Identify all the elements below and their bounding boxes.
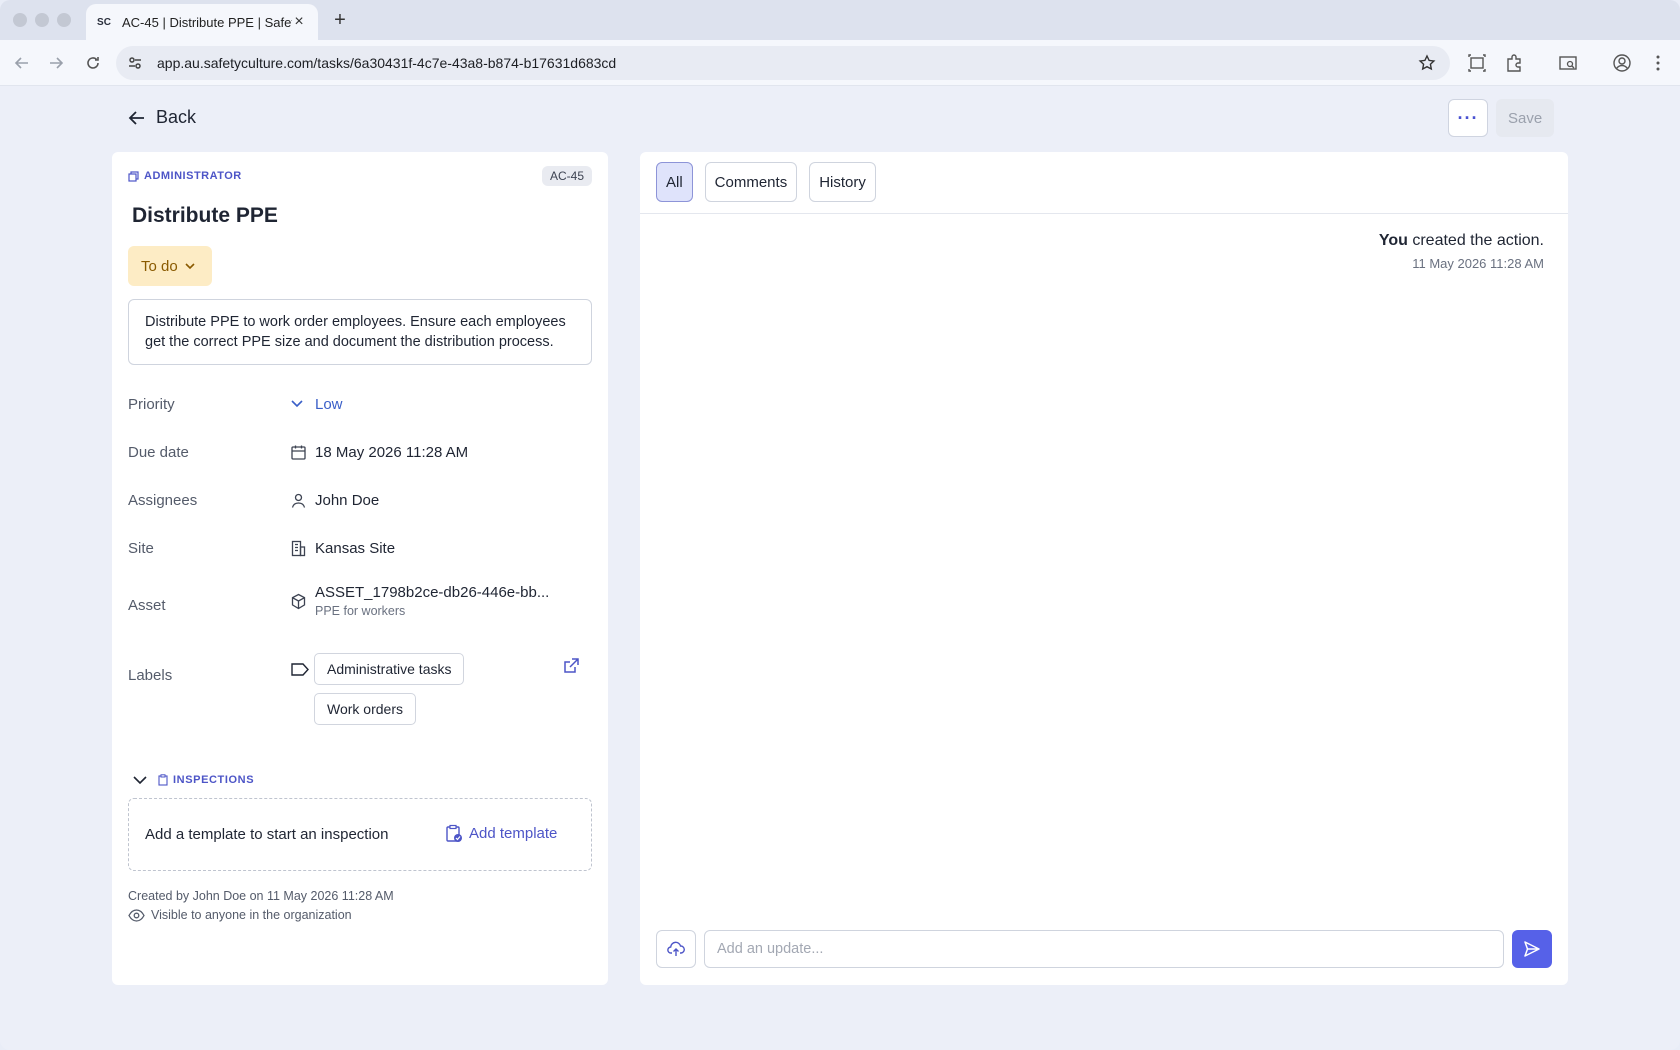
labels-label: Labels (128, 667, 173, 684)
clipboard-icon (158, 774, 168, 786)
back-button[interactable]: Back (128, 107, 196, 128)
save-button[interactable]: Save (1496, 99, 1555, 137)
inspections-empty-text: Add a template to start an inspection (145, 826, 389, 843)
task-code-badge: AC-45 (541, 166, 592, 186)
visibility-info: Visible to anyone in the organization (128, 908, 352, 922)
due-date-selector[interactable]: 18 May 2026 11:28 AM (290, 444, 468, 461)
asset-subtitle: PPE for workers (315, 604, 406, 618)
tab-search-icon[interactable] (1558, 53, 1578, 73)
minimize-window-button[interactable] (35, 13, 49, 27)
inspections-section-header[interactable]: INSPECTIONS (132, 772, 254, 788)
activity-tabs: All Comments History (656, 162, 876, 202)
forward-arrow-icon[interactable] (44, 51, 68, 75)
site-settings-icon[interactable] (126, 54, 144, 72)
site-label: Site (128, 540, 154, 557)
visibility-text: Visible to anyone in the organization (151, 908, 352, 922)
arrow-left-icon (128, 110, 144, 125)
role-badge: ADMINISTRATOR (128, 170, 242, 182)
activity-text: You created the action. (1379, 232, 1544, 250)
task-details-panel: ADMINISTRATOR AC-45 Distribute PPE To do… (112, 152, 608, 985)
close-window-button[interactable] (13, 13, 27, 27)
description-field[interactable]: Distribute PPE to work order employees. … (128, 299, 592, 365)
asset-value: ASSET_1798b2ce-db26-446e-bb... (315, 584, 550, 601)
priority-selector[interactable]: Low (290, 396, 343, 413)
divider (640, 213, 1568, 214)
add-template-button[interactable]: Add template (445, 824, 557, 843)
site-selector[interactable]: Kansas Site (290, 540, 395, 557)
upload-button[interactable] (656, 930, 696, 968)
back-arrow-icon[interactable] (10, 51, 34, 75)
clipboard-check-icon (446, 824, 462, 842)
assignees-value: John Doe (315, 492, 380, 509)
activity-panel: All Comments History You created the act… (640, 152, 1568, 985)
role-label: ADMINISTRATOR (144, 170, 242, 182)
assignees-selector[interactable]: John Doe (290, 492, 379, 509)
browser-toolbar: app.au.safetyculture.com/tasks/6a30431f-… (0, 40, 1680, 86)
asset-selector[interactable]: ASSET_1798b2ce-db26-446e-bb... PPE for w… (290, 584, 549, 618)
maximize-window-button[interactable] (57, 13, 71, 27)
due-date-label: Due date (128, 444, 189, 461)
browser-window: SC AC-45 | Distribute PPE | SafetyCultur… (0, 0, 1680, 1050)
browser-tab[interactable]: SC AC-45 | Distribute PPE | SafetyCultur… (86, 4, 318, 40)
cube-icon (290, 593, 307, 610)
external-link-icon[interactable] (562, 657, 580, 675)
assignees-label: Assignees (128, 492, 198, 509)
tag-icon (290, 661, 310, 678)
title-bar: SC AC-45 | Distribute PPE | SafetyCultur… (0, 0, 1680, 40)
copy-icon (128, 170, 139, 182)
eye-icon (128, 908, 145, 922)
status-dropdown[interactable]: To do (128, 246, 212, 286)
person-icon (290, 492, 307, 509)
update-input[interactable] (704, 930, 1504, 968)
reload-icon[interactable] (81, 51, 105, 75)
activity-timestamp: 11 May 2026 11:28 AM (1412, 256, 1544, 271)
extensions-puzzle-icon[interactable] (1504, 53, 1524, 73)
activity-entry: You created the action. 11 May 2026 11:2… (1379, 232, 1544, 271)
priority-value: Low (315, 396, 343, 413)
url-text: app.au.safetyculture.com/tasks/6a30431f-… (157, 55, 617, 71)
screenshot-icon[interactable] (1467, 53, 1487, 73)
safetyculture-favicon-icon: SC (97, 16, 111, 28)
inspections-label: INSPECTIONS (158, 774, 254, 786)
send-button[interactable] (1512, 930, 1552, 968)
building-icon (290, 540, 307, 557)
asset-label: Asset (128, 597, 166, 614)
send-icon (1524, 941, 1540, 957)
activity-actor: You (1378, 232, 1408, 249)
new-tab-button[interactable]: + (328, 8, 352, 32)
site-value: Kansas Site (315, 540, 396, 557)
tab-title: AC-45 | Distribute PPE | SafetyCulture (122, 14, 292, 30)
cloud-upload-icon (667, 941, 685, 956)
activity-message: created the action. (1407, 232, 1544, 249)
tab-close-icon[interactable]: × (290, 13, 308, 31)
add-template-label: Add template (469, 825, 558, 842)
back-label: Back (156, 107, 197, 127)
more-options-button[interactable]: ··· (1448, 99, 1488, 137)
status-label: To do (141, 257, 178, 275)
created-by-text: Created by John Doe on 11 May 2026 11:28… (128, 889, 394, 903)
profile-icon[interactable] (1612, 53, 1632, 73)
inspections-empty-box: Add a template to start an inspection Ad… (128, 798, 592, 871)
tab-all[interactable]: All (656, 162, 693, 202)
address-bar[interactable]: app.au.safetyculture.com/tasks/6a30431f-… (116, 46, 1450, 80)
bookmark-star-icon[interactable] (1418, 54, 1436, 72)
task-title[interactable]: Distribute PPE (132, 204, 278, 228)
task-page: Back ··· Save ADMINISTRATOR AC-45 Distri… (0, 87, 1680, 1050)
chevron-down-icon (133, 776, 147, 785)
browser-menu-icon[interactable] (1648, 53, 1668, 73)
chevron-down-icon (185, 263, 195, 270)
asset-info: ASSET_1798b2ce-db26-446e-bb... PPE for w… (315, 584, 549, 618)
tab-history[interactable]: History (809, 162, 876, 202)
label-chip[interactable]: Work orders (314, 693, 416, 725)
chevron-down-icon (290, 396, 307, 413)
label-chip[interactable]: Administrative tasks (314, 653, 465, 685)
calendar-icon (290, 444, 307, 461)
tab-comments[interactable]: Comments (704, 162, 798, 202)
inspections-label-text: INSPECTIONS (173, 774, 255, 786)
priority-label: Priority (128, 396, 175, 413)
due-date-value: 18 May 2026 11:28 AM (315, 444, 469, 461)
